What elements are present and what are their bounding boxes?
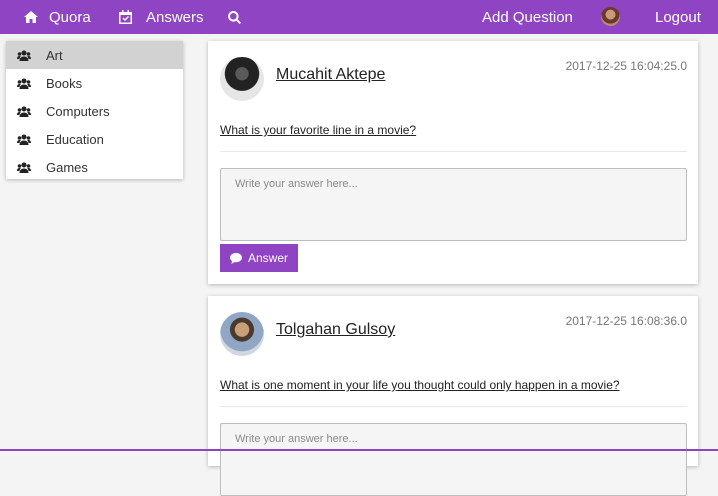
sidebar-item-books[interactable]: Books [6,69,183,97]
logout-link[interactable]: Logout [655,0,701,34]
sidebar-item-label: Computers [46,103,110,119]
home-link[interactable]: Quora [24,0,91,34]
calendar-check-icon [119,10,132,24]
user-avatar[interactable] [601,7,620,26]
sidebar-item-art[interactable]: Art [6,41,183,69]
users-icon [17,50,31,61]
author-avatar[interactable] [220,57,264,101]
question-card: Tolgahan Gulsoy 2017-12-25 16:08:36.0 Wh… [208,296,698,496]
question-link[interactable]: What is your favorite line in a movie? [220,123,416,137]
sidebar-item-education[interactable]: Education [6,125,183,153]
sidebar-item-label: Games [46,159,88,175]
category-sidebar: Art Books Computers Education Games [6,41,183,179]
sidebar-item-computers[interactable]: Computers [6,97,183,125]
comment-icon [229,252,242,264]
sidebar-item-label: Education [46,131,104,147]
author-name-link[interactable]: Mucahit Aktepe [276,66,385,84]
question-card: Mucahit Aktepe 2017-12-25 16:04:25.0 Wha… [208,41,698,284]
sidebar-item-games[interactable]: Games [6,153,183,181]
top-navbar: Quora Answers Add Question Logout [0,0,718,34]
users-icon [17,106,31,117]
brand-label: Quora [49,8,91,26]
search-button[interactable] [228,0,241,34]
card-divider [220,151,687,152]
author-avatar[interactable] [220,312,264,356]
answers-link[interactable]: Answers [119,0,204,34]
post-timestamp: 2017-12-25 16:08:36.0 [565,314,687,328]
answer-button[interactable]: Answer [220,244,298,272]
card-divider [220,406,687,407]
users-icon [17,78,31,89]
add-question-link[interactable]: Add Question [482,0,573,34]
post-timestamp: 2017-12-25 16:04:25.0 [565,59,687,73]
answer-button-label: Answer [247,251,288,265]
users-icon [17,162,31,173]
answer-input[interactable] [220,423,687,496]
question-link[interactable]: What is one moment in your life you thou… [220,378,620,392]
search-icon [228,10,241,24]
author-name-link[interactable]: Tolgahan Gulsoy [276,321,395,339]
sidebar-item-label: Books [46,75,83,91]
answer-input[interactable] [220,168,687,241]
answers-label: Answers [146,8,204,26]
home-icon [24,11,38,23]
users-icon [17,134,31,145]
sidebar-item-label: Art [46,47,63,63]
